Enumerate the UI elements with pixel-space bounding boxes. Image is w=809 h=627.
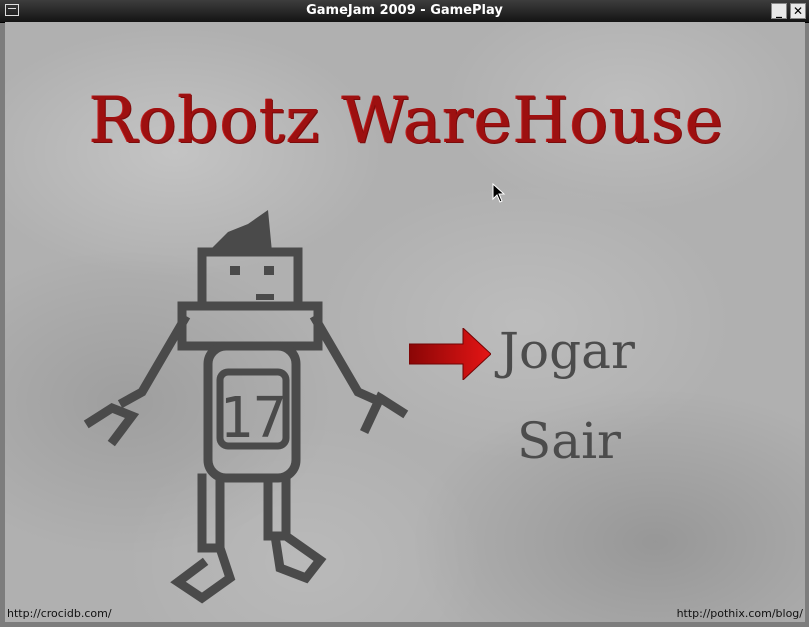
robot-left-claw <box>83 402 140 447</box>
robot-left-foot <box>170 542 236 604</box>
menu-item-sair[interactable]: Sair <box>517 412 621 470</box>
robot-right-leg <box>263 473 291 541</box>
menu-item-jogar[interactable]: Jogar <box>499 322 635 380</box>
window-title: GameJam 2009 - GamePlay <box>306 3 503 18</box>
robot-illustration: 17 <box>83 210 409 604</box>
robot-eye-left <box>230 266 240 275</box>
credit-link-right[interactable]: http://pothix.com/blog/ <box>677 607 803 620</box>
credit-link-left[interactable]: http://crocidb.com/ <box>7 607 112 620</box>
robot-head <box>197 247 303 311</box>
mouse-cursor-icon <box>492 183 506 203</box>
game-canvas: Robotz WareHouse 17 Jogar Sair http://cr… <box>5 22 805 622</box>
robot-mouth <box>256 294 274 300</box>
robot-right-foot <box>270 529 327 584</box>
game-window: GameJam 2009 - GamePlay _ ✕ Robotz WareH… <box>0 0 809 627</box>
robot-right-arm <box>309 313 382 406</box>
robot-hair <box>208 210 272 252</box>
robot-left-leg <box>197 473 225 553</box>
robot-shoulders <box>177 301 323 351</box>
minimize-button[interactable]: _ <box>771 3 787 19</box>
title-bar[interactable]: GameJam 2009 - GamePlay _ ✕ <box>0 0 809 23</box>
robot-number: 17 <box>219 386 286 451</box>
robot-eye-right <box>264 266 274 275</box>
robot-left-arm <box>117 313 191 409</box>
close-button[interactable]: ✕ <box>790 3 806 19</box>
red-arrow-icon <box>409 328 491 380</box>
game-title: Robotz WareHouse <box>89 84 725 158</box>
